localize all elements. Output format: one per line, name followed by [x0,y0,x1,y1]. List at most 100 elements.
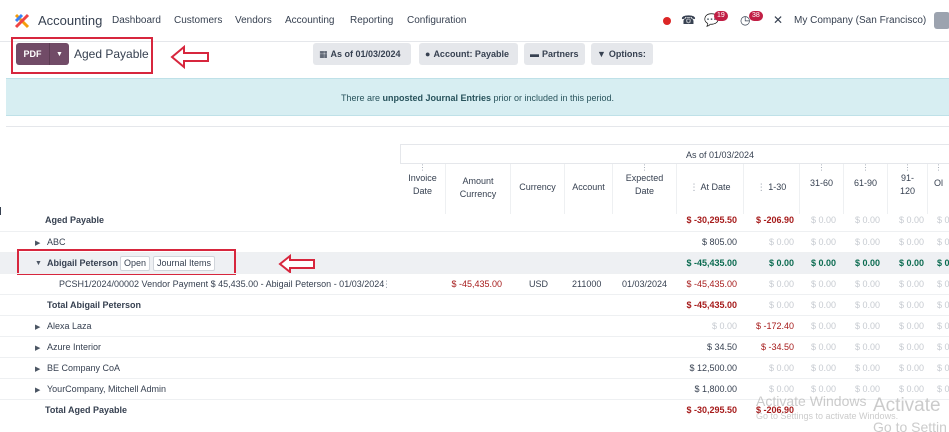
caret-right-icon[interactable]: ▶ [35,386,40,394]
account-filter-button[interactable]: ● Account: Payable [419,43,518,65]
tools-icon[interactable]: ✕ [773,13,783,27]
activity-badge: 38 [749,11,763,21]
row-label[interactable]: Alexa Laza [47,321,92,331]
filter-icon: ▼ [597,49,606,59]
col-91-120-line1: 91- [900,173,914,183]
cell-at-date: $ 12,500.00 [689,363,737,373]
row-label[interactable]: ABC [47,237,66,247]
alert-text: There are unposted Journal Entries prior… [6,93,949,103]
row-label[interactable]: PCSH1/2024/00002 Vendor Payment $ 45,435… [59,279,384,289]
col-amount-currency[interactable]: Amount Currency [446,164,511,214]
partners-filter-button[interactable]: ▬ Partners [524,43,585,65]
app-name[interactable]: Accounting [38,13,102,28]
column-resize-icon: ⋮ [640,163,649,172]
caret-right-icon[interactable]: ▶ [35,344,40,352]
row-menu-icon[interactable]: ⋮ [382,279,391,290]
col-invoice-date[interactable]: ⋮ Invoice Date [400,164,446,214]
cell-at-date: $ -30,295.50 [686,405,737,415]
table-row-aged-payable[interactable]: Aged Payable $ -30,295.50 $ -206.90 $ 0.… [0,210,949,231]
user-avatar[interactable] [934,12,949,29]
col-61-90[interactable]: ⋮ 61-90 [844,164,888,214]
row-label: Total Abigail Peterson [47,300,142,310]
windows-watermark-title-2: Activate [873,395,941,416]
col-currency[interactable]: Currency [511,164,565,214]
windows-watermark-subtitle-2: Go to Settin [873,419,947,432]
col-expected-date-line2: Date [634,186,654,196]
date-filter-button[interactable]: ▦ As of 01/03/2024 [313,43,411,65]
company-switcher[interactable]: My Company (San Francisco) [794,15,926,26]
col-expected-date-line1: Expected [625,173,664,183]
col-91-120[interactable]: ⋮ 91- 120 [888,164,928,214]
date-filter-label: As of 01/03/2024 [330,49,401,59]
cell-31-60: $ 0.00 [810,237,836,247]
col-61-90-label: 61-90 [853,178,878,188]
cell-older: $ 0.0 [937,363,949,373]
period-header: As of 01/03/2024 [400,144,949,164]
col-currency-label: Currency [519,182,556,192]
cell-91-120: $ 0.00 [898,279,924,289]
table-row-journal-line[interactable]: PCSH1/2024/00002 Vendor Payment $ 45,435… [0,273,949,294]
col-at-date-label: At Date [700,182,731,192]
alert-suffix: prior or included in this period. [490,93,615,103]
row-label: Total Aged Payable [45,405,128,415]
menu-dashboard[interactable]: Dashboard [112,15,161,26]
cell-1-30: $ 0.00 [768,258,794,268]
cell-amount-currency: $ -45,435.00 [451,279,502,289]
cell-older: $ 0.0 [937,321,949,331]
col-account[interactable]: Account [565,164,613,214]
caret-right-icon[interactable]: ▶ [35,323,40,331]
cell-31-60: $ 0.00 [810,258,836,268]
caret-right-icon[interactable]: ▶ [35,239,40,247]
menu-reporting[interactable]: Reporting [350,15,393,26]
user-icon: ● [425,49,431,59]
column-resize-icon: ⋮ [418,163,427,172]
cell-at-date: $ 1,800.00 [694,384,737,394]
col-older[interactable]: ⋮ Ol [928,164,949,214]
col-31-60[interactable]: ⋮ 31-60 [800,164,844,214]
table-row-azure-interior[interactable]: ▶ Azure Interior $ 34.50 $ -34.50 $ 0.00… [0,336,949,357]
col-1-30-label: 1-30 [768,182,787,192]
cell-older: $ 0.0 [937,215,949,225]
row-label[interactable]: YourCompany, Mitchell Admin [47,384,166,394]
cell-older: $ 0.0 [937,342,949,352]
accounting-app-icon[interactable] [14,13,30,29]
cell-1-30: $ 0.00 [768,279,794,289]
calendar-icon: ▦ [319,48,328,59]
col-at-date[interactable]: ⋮ At Date [677,164,744,214]
menu-accounting[interactable]: Accounting [285,15,334,26]
table-row-alexa-laza[interactable]: ▶ Alexa Laza $ 0.00 $ -172.40 $ 0.00 $ 0… [0,315,949,336]
col-1-30[interactable]: ⋮ 1-30 [744,164,800,214]
cell-61-90: $ 0.00 [854,279,880,289]
cell-31-60: $ 0.00 [810,321,836,331]
row-label[interactable]: BE Company CoA [47,363,120,373]
col-31-60-label: 31-60 [809,178,834,188]
unposted-entries-link[interactable]: unposted Journal Entries [382,93,491,103]
col-91-120-line2: 120 [899,186,916,196]
menu-customers[interactable]: Customers [174,15,222,26]
menu-configuration[interactable]: Configuration [407,15,466,26]
col-expected-date[interactable]: ⋮ Expected Date [613,164,677,214]
cell-older: $ 0.0 [937,279,949,289]
menu-vendors[interactable]: Vendors [235,15,272,26]
sort-icon: ⋮ [689,182,701,192]
recording-indicator-icon[interactable] [663,17,671,25]
cell-older: $ 0.0 [937,258,949,268]
caret-right-icon[interactable]: ▶ [35,365,40,373]
cell-61-90: $ 0.00 [854,342,880,352]
partners-filter-label: Partners [542,49,579,59]
cell-61-90: $ 0.00 [854,215,880,225]
cell-at-date: $ 0.00 [711,321,737,331]
cell-61-90: $ 0.00 [854,363,880,373]
cell-older: $ 0.0 [937,384,949,394]
options-filter-button[interactable]: ▼ Options: [591,43,653,65]
unposted-entries-alert: There are unposted Journal Entries prior… [6,78,949,116]
column-resize-icon: ⋮ [934,163,943,172]
cell-1-30: $ 0.00 [768,363,794,373]
cell-91-120: $ 0.00 [898,363,924,373]
table-row-be-company[interactable]: ▶ BE Company CoA $ 12,500.00 $ 0.00 $ 0.… [0,357,949,378]
column-resize-icon: ⋮ [903,163,912,172]
cell-31-60: $ 0.00 [810,279,836,289]
phone-icon[interactable]: ☎ [681,13,696,27]
cell-currency: USD [529,279,549,289]
row-label[interactable]: Azure Interior [47,342,101,352]
